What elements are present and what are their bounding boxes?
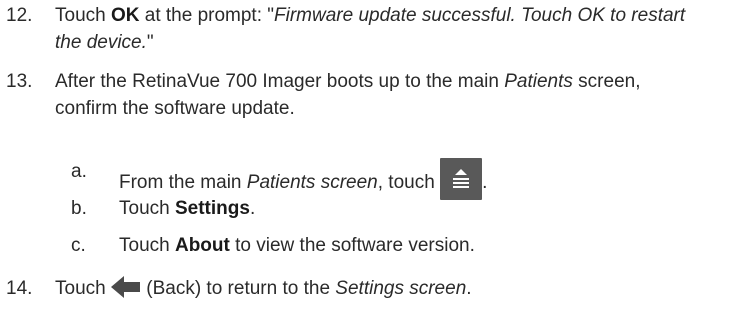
back-arrow-icon (110, 276, 141, 306)
substep-text: Touch About to view the software version… (119, 235, 475, 256)
substep-letter: b. (71, 198, 87, 219)
step-number: 13. (6, 71, 33, 92)
substep-text: Touch Settings. (119, 198, 256, 219)
menu-eject-icon (440, 158, 483, 200)
substep-text: From the main Patients screen, touch . (119, 158, 487, 200)
step-number: 12. (6, 5, 33, 26)
step-text: After the RetinaVue 700 Imager boots up … (55, 71, 641, 92)
step-number: 14. (6, 278, 33, 299)
step-text-cont: confirm the software update. (55, 98, 295, 119)
substep-letter: c. (71, 235, 86, 256)
substep-letter: a. (71, 161, 87, 182)
step-text: Touch (Back) to return to the Settings s… (55, 275, 472, 306)
step-text: Touch OK at the prompt: "Firmware update… (55, 5, 686, 26)
step-text-cont: the device." (55, 32, 154, 53)
